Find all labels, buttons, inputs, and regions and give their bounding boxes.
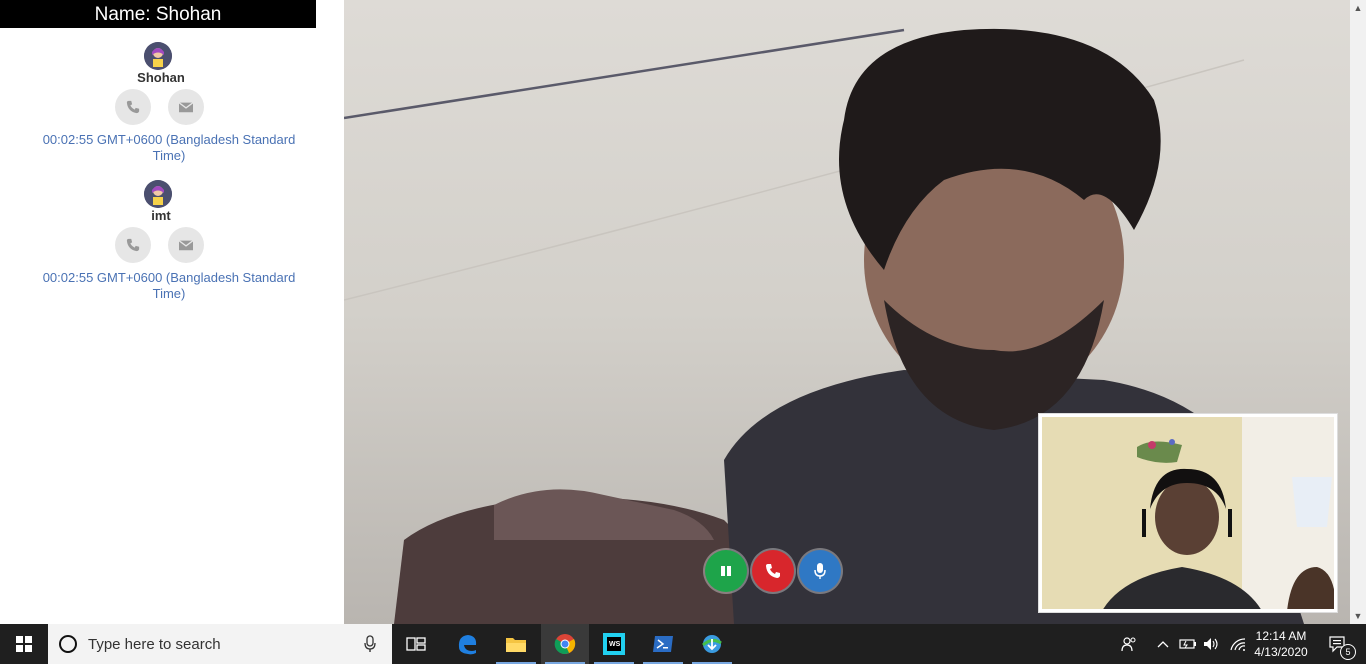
show-hidden-icons-button[interactable] xyxy=(1152,624,1174,664)
battery-icon xyxy=(1179,639,1196,649)
contact-timestamp: 00:02:55 GMT+0600 (Bangladesh Standard T… xyxy=(42,270,296,301)
microphone-icon xyxy=(364,635,376,652)
contacts-sidebar: Name: Shohan Shohan 00:02:55 GMT+0600 (B… xyxy=(0,0,344,624)
phone-icon xyxy=(126,238,140,252)
task-view-button[interactable] xyxy=(392,624,440,664)
scroll-up-arrow[interactable]: ▲ xyxy=(1350,0,1366,16)
cortana-icon xyxy=(59,635,77,653)
people-icon xyxy=(1121,637,1136,652)
start-button[interactable] xyxy=(0,624,48,664)
svg-text:WS: WS xyxy=(609,641,621,648)
taskbar-search-box[interactable]: Type here to search xyxy=(48,624,392,664)
search-placeholder: Type here to search xyxy=(88,636,221,653)
contact-name: Shohan xyxy=(137,70,185,85)
notification-count-badge: 5 xyxy=(1340,644,1356,660)
windows-logo-icon xyxy=(16,636,32,652)
action-center-button[interactable]: 5 xyxy=(1318,624,1358,664)
pause-video-button[interactable] xyxy=(705,550,747,592)
people-button[interactable] xyxy=(1116,624,1142,664)
local-video-scene xyxy=(1042,417,1334,609)
phone-icon xyxy=(126,100,140,114)
envelope-icon xyxy=(179,240,193,251)
webstorm-icon: WS xyxy=(603,633,625,655)
windows-taskbar: Type here to search WS 12:14 AM 4/13/202… xyxy=(0,624,1366,664)
powershell-icon xyxy=(653,636,673,652)
local-video-preview xyxy=(1038,413,1338,613)
taskbar-app-file-explorer[interactable] xyxy=(492,624,540,664)
download-manager-icon xyxy=(702,635,722,653)
chrome-icon xyxy=(554,634,576,654)
user-name-header: Name: Shohan xyxy=(0,0,316,28)
contact-avatar xyxy=(144,180,172,208)
vertical-scrollbar[interactable]: ▲ ▼ xyxy=(1350,0,1366,624)
network-status[interactable] xyxy=(1226,624,1250,664)
taskbar-app-edge[interactable] xyxy=(443,624,491,664)
call-button[interactable] xyxy=(115,227,151,263)
envelope-icon xyxy=(179,102,193,113)
battery-status[interactable] xyxy=(1176,624,1200,664)
clock-time: 12:14 AM xyxy=(1255,629,1307,643)
wifi-icon xyxy=(1230,638,1246,651)
taskbar-clock[interactable]: 12:14 AM 4/13/2020 xyxy=(1250,624,1312,664)
task-view-icon xyxy=(406,637,426,651)
message-button[interactable] xyxy=(168,89,204,125)
folder-icon xyxy=(506,638,526,652)
hang-up-button[interactable] xyxy=(752,550,794,592)
taskbar-app-webstorm[interactable]: WS xyxy=(590,624,638,664)
taskbar-app-download-manager[interactable] xyxy=(688,624,736,664)
mute-microphone-button[interactable] xyxy=(799,550,841,592)
message-button[interactable] xyxy=(168,227,204,263)
volume-icon xyxy=(1204,638,1218,650)
phone-icon xyxy=(766,564,780,578)
taskbar-app-powershell[interactable] xyxy=(639,624,687,664)
pause-icon xyxy=(721,566,731,576)
scroll-down-arrow[interactable]: ▼ xyxy=(1350,608,1366,624)
edge-icon xyxy=(458,635,477,655)
contact-avatar xyxy=(144,42,172,70)
contact-timestamp: 00:02:55 GMT+0600 (Bangladesh Standard T… xyxy=(42,132,296,163)
chevron-up-icon xyxy=(1157,641,1169,648)
call-button[interactable] xyxy=(115,89,151,125)
clock-date: 4/13/2020 xyxy=(1254,645,1308,659)
volume-control[interactable] xyxy=(1200,624,1224,664)
contact-name: imt xyxy=(151,208,171,223)
taskbar-app-chrome[interactable] xyxy=(541,624,589,664)
microphone-icon xyxy=(814,563,826,579)
